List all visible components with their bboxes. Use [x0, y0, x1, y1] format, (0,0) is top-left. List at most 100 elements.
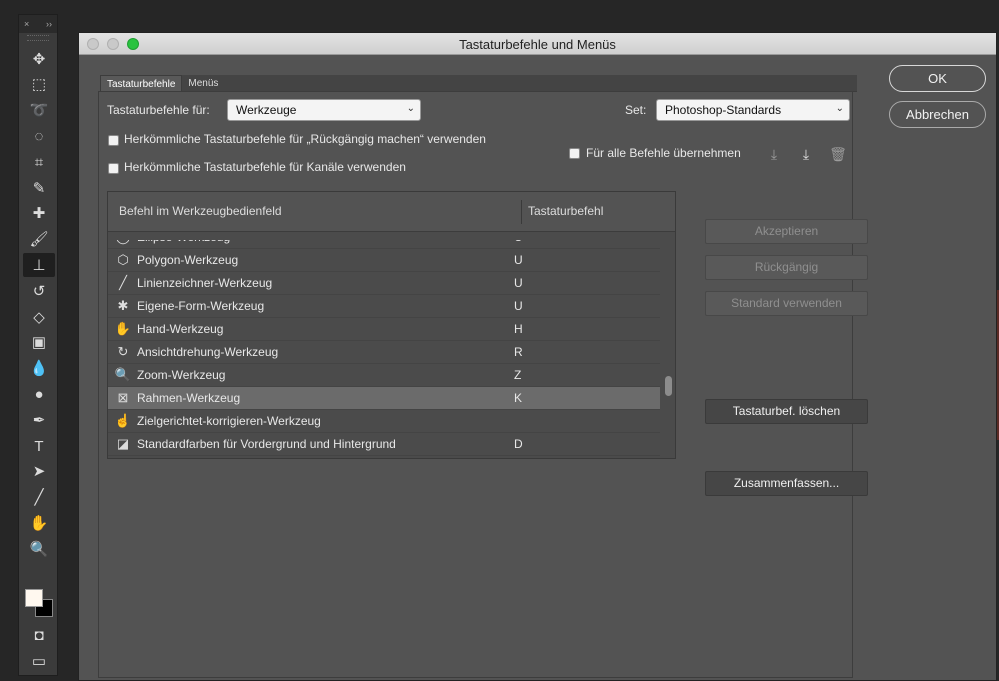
title-bar[interactable]: Tastaturbefehle und Menüs — [79, 33, 996, 55]
move-tool-icon[interactable]: ✥ — [23, 47, 55, 71]
table-row[interactable]: ⬡ Polygon-Werkzeug U — [108, 249, 660, 272]
table-row[interactable]: 🔍 Zoom-Werkzeug Z — [108, 364, 660, 387]
tab-keyboard-shortcuts[interactable]: Tastaturbefehle — [100, 75, 183, 92]
shortcut-key[interactable]: U — [514, 299, 523, 313]
shortcut-key[interactable]: R — [514, 345, 523, 359]
shortcut-key[interactable]: U — [514, 276, 523, 290]
pen-tool-icon[interactable]: ✒ — [23, 408, 55, 432]
eraser-tool-icon[interactable]: ◇ — [23, 305, 55, 329]
command-name: Ellipse-Werkzeug — [137, 240, 230, 244]
legacy-channel-checkbox[interactable] — [108, 163, 119, 174]
command-name: Ansichtdrehung-Werkzeug — [137, 345, 279, 359]
foreground-color-swatch[interactable] — [25, 589, 43, 607]
healing-brush-tool-icon[interactable]: ✚ — [23, 202, 55, 226]
shortcut-key[interactable]: U — [514, 253, 523, 267]
ok-button[interactable]: OK — [889, 65, 986, 92]
shortcut-key[interactable]: Z — [514, 368, 521, 382]
zoom-tool-icon[interactable]: 🔍 — [23, 537, 55, 561]
shortcut-key[interactable]: D — [514, 437, 523, 451]
gradient-tool-icon[interactable]: ▣ — [23, 331, 55, 355]
shortcuts-for-label: Tastaturbefehle für: — [107, 103, 210, 117]
apply-all-checkbox[interactable] — [569, 148, 580, 159]
type-tool-icon[interactable]: T — [23, 434, 55, 458]
tab-menus[interactable]: Menüs — [182, 75, 224, 92]
tools-panel-header: × ›› — [19, 15, 57, 33]
table-row[interactable]: ◯ Ellipse-Werkzeug U — [108, 240, 660, 249]
table-row[interactable]: ⊠ Rahmen-Werkzeug K — [108, 387, 660, 410]
legacy-undo-checkbox[interactable] — [108, 135, 119, 146]
command-name: Zielgerichtet-korrigieren-Werkzeug — [137, 414, 321, 428]
trash-icon[interactable]: 🗑 — [828, 144, 848, 164]
cancel-button[interactable]: Abbrechen — [889, 101, 986, 128]
table-row[interactable]: ↻ Ansichtdrehung-Werkzeug R — [108, 341, 660, 364]
table-body: ◯ Ellipse-Werkzeug U ⬡ Polygon-Werkzeug U ╱ Lin… — [108, 240, 660, 458]
clone-stamp-tool-icon[interactable]: ⊥ — [23, 253, 55, 278]
history-brush-tool-icon[interactable]: ↺ — [23, 279, 55, 303]
shortcut-key[interactable]: H — [514, 322, 523, 336]
shortcuts-table: Befehl im Werkzeugbedienfeld Tastaturbef… — [107, 191, 676, 459]
window-title: Tastaturbefehle und Menüs — [459, 37, 616, 52]
shortcuts-for-select[interactable]: Werkzeuge ⌄ — [227, 99, 421, 121]
delete-shortcut-button[interactable]: Tastaturbef. löschen — [705, 399, 868, 424]
legacy-channel-label: Herkömmliche Tastaturbefehle für Kanäle … — [124, 160, 406, 174]
shortcut-key[interactable]: U — [514, 240, 523, 244]
lasso-tool-icon[interactable]: ➰ — [23, 99, 55, 123]
set-label: Set: — [625, 103, 647, 117]
quick-selection-tool-icon[interactable]: ◌ — [23, 124, 55, 148]
line-tool-icon: ╱ — [119, 275, 127, 290]
rotate-view-tool-icon: ↻ — [117, 344, 129, 359]
eyedropper-tool-icon[interactable]: ✎ — [23, 176, 55, 200]
quick-mask-icon[interactable]: ◘ — [23, 623, 55, 647]
command-name: Zoom-Werkzeug — [137, 368, 226, 382]
chevron-down-icon: ⌄ — [406, 103, 415, 114]
table-scrollbar[interactable] — [661, 240, 675, 458]
table-row[interactable]: ☝ Zielgerichtet-korrigieren-Werkzeug — [108, 410, 660, 433]
column-divider[interactable] — [521, 200, 522, 224]
brush-tool-icon[interactable]: 🖌 — [23, 228, 55, 252]
hand-tool-icon: ✋ — [114, 321, 132, 336]
table-row[interactable]: ✋ Hand-Werkzeug H — [108, 318, 660, 341]
accept-button[interactable]: Akzeptieren — [705, 219, 868, 244]
column-header-shortcut[interactable]: Tastaturbefehl — [528, 204, 603, 218]
panel-grip[interactable] — [27, 35, 49, 41]
scrollbar-thumb[interactable] — [665, 376, 672, 396]
marquee-tool-icon[interactable]: ⬚ — [23, 73, 55, 97]
table-row[interactable]: ◪ Standardfarben für Vordergrund und Hint… — [108, 433, 660, 456]
zoom-tool-icon: 🔍 — [114, 367, 132, 382]
targeted-adjustment-tool-icon: ☝ — [114, 413, 132, 428]
use-default-button[interactable]: Standard verwenden — [705, 291, 868, 316]
shortcut-key[interactable]: K — [514, 391, 522, 405]
ellipse-tool-icon: ◯ — [114, 240, 132, 245]
path-selection-tool-icon[interactable]: ➤ — [23, 460, 55, 484]
command-name: Linienzeichner-Werkzeug — [137, 276, 273, 290]
collapse-icon[interactable]: ›› — [46, 19, 52, 29]
shortcuts-dialog: Tastaturbefehle und Menüs Tastaturbefehl… — [78, 32, 997, 681]
shortcuts-for-value: Werkzeuge — [236, 103, 297, 117]
set-select[interactable]: Photoshop-Standards ⌄ — [656, 99, 850, 121]
chevron-down-icon: ⌄ — [835, 103, 844, 114]
crop-tool-icon[interactable]: ⌗ — [23, 150, 55, 174]
table-row[interactable]: ╱ Linienzeichner-Werkzeug U — [108, 272, 660, 295]
command-name: Hand-Werkzeug — [137, 322, 224, 336]
summarize-button[interactable]: Zusammenfassen... — [705, 471, 868, 496]
blur-tool-icon[interactable]: 💧 — [23, 357, 55, 381]
command-name: Standardfarben für Vordergrund und Hinte… — [137, 437, 396, 451]
screen-mode-icon[interactable]: ▭ — [23, 649, 55, 673]
dodge-tool-icon[interactable]: ● — [23, 382, 55, 406]
new-set-icon[interactable]: ⤓ — [796, 144, 816, 164]
undo-button[interactable]: Rückgängig — [705, 255, 868, 280]
close-icon[interactable]: × — [24, 19, 29, 29]
command-name: Rahmen-Werkzeug — [137, 391, 241, 405]
command-name: Eigene-Form-Werkzeug — [137, 299, 265, 313]
color-swatches[interactable] — [25, 587, 55, 619]
tools-panel: × ›› ✥ ⬚ ➰ ◌ ⌗ ✎ ✚ 🖌 ⊥ ↺ ◇ ▣ 💧 ● ✒ T ➤ ╱ ✋ 🔍 ◘ ▭ — [18, 14, 58, 676]
line-tool-icon[interactable]: ╱ — [23, 486, 55, 510]
custom-shape-tool-icon: ✱ — [117, 298, 129, 313]
table-header: Befehl im Werkzeugbedienfeld Tastaturbef… — [108, 192, 675, 232]
column-header-command[interactable]: Befehl im Werkzeugbedienfeld — [119, 204, 282, 218]
save-set-icon[interactable]: ⤓ — [764, 144, 784, 164]
command-name: Polygon-Werkzeug — [137, 253, 239, 267]
frame-tool-icon: ⊠ — [117, 390, 129, 405]
table-row[interactable]: ✱ Eigene-Form-Werkzeug U — [108, 295, 660, 318]
hand-tool-icon[interactable]: ✋ — [23, 511, 55, 535]
